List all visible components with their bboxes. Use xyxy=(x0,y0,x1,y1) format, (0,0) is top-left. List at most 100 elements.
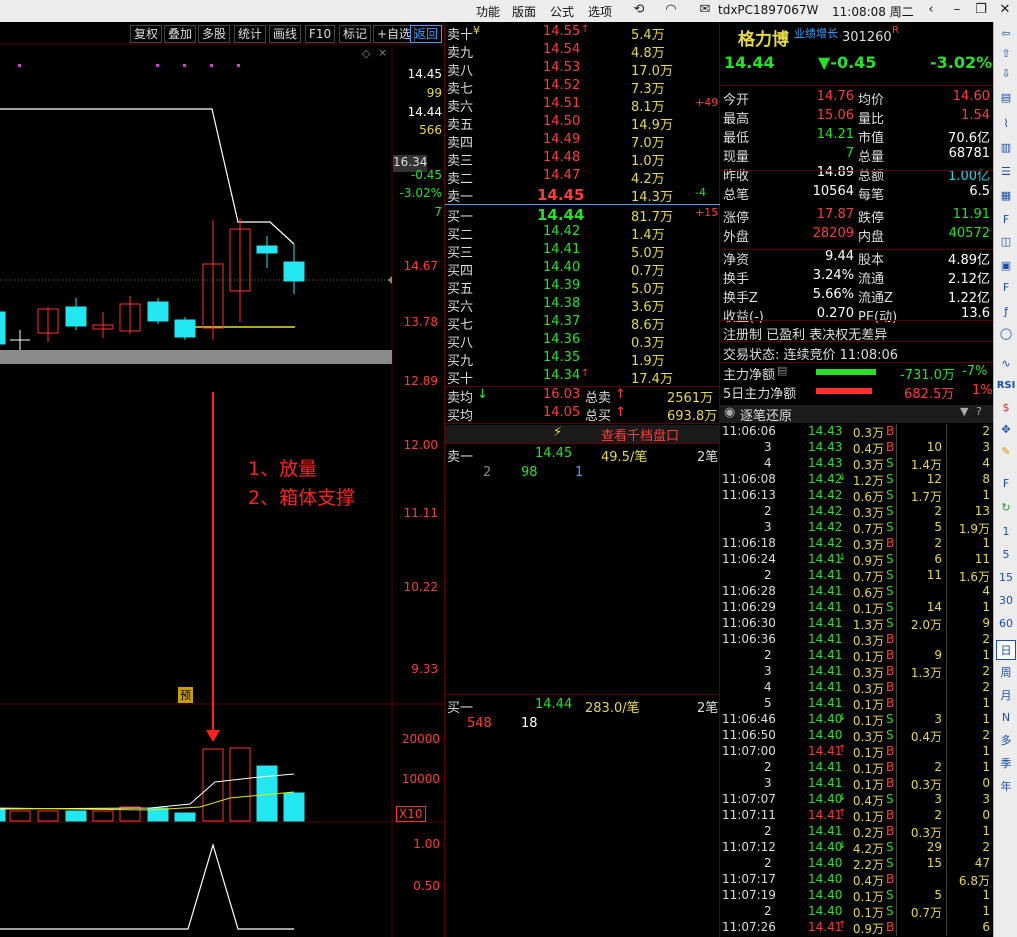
stats-button[interactable]: 统计 xyxy=(234,25,267,43)
kline-chart-panel[interactable]: 复权 叠加 多股 统计 画线 F10 标记 +自选 返回 ◇ × 14.45 9… xyxy=(0,22,444,937)
menu-formula[interactable]: 公式 xyxy=(550,3,574,20)
minimize-icon[interactable]: – xyxy=(946,2,968,20)
period-60min[interactable]: 60 xyxy=(996,614,1016,634)
period-15min[interactable]: 15 xyxy=(996,568,1016,588)
bid-price: 14.37 xyxy=(543,314,581,329)
ask-row[interactable]: 卖五 14.50 14.9万 xyxy=(445,114,721,133)
bid-row[interactable]: 买九 14.35 1.9万 xyxy=(445,350,721,369)
period-year[interactable]: 年 xyxy=(996,777,1016,797)
grid-icon[interactable]: ▦ xyxy=(996,186,1016,206)
bid-row[interactable]: 买七 14.37 8.6万 xyxy=(445,314,721,333)
main-flow-row[interactable]: 主力净额 ▤ -731.0万 -7% xyxy=(720,364,993,383)
add-watchlist-button[interactable]: +自选 xyxy=(373,25,416,43)
volume-scale-badge[interactable]: X10 xyxy=(396,806,426,822)
overlay-button[interactable]: 叠加 xyxy=(164,25,197,43)
close-icon[interactable]: ✕ xyxy=(994,2,1016,20)
rsi-button[interactable]: RSI xyxy=(996,376,1016,396)
diamond-icon[interactable]: ◇ xyxy=(362,47,370,60)
price-tick: 12.89 xyxy=(403,374,438,388)
refresh-icon[interactable]: ⟲ xyxy=(628,2,650,20)
period-1min[interactable]: 1 xyxy=(996,522,1016,542)
ask-row[interactable]: 卖六 14.51 8.1万 +49 xyxy=(445,96,721,115)
refresh-side-icon[interactable]: ↻ xyxy=(996,498,1016,518)
ask-volume: 1.0万 xyxy=(631,154,665,169)
f10-button[interactable]: F10 xyxy=(305,25,336,43)
menu-layout[interactable]: 版面 xyxy=(512,3,536,20)
menu-options[interactable]: 选项 xyxy=(588,3,612,20)
mail-icon[interactable]: ✉ xyxy=(694,2,716,20)
period-month[interactable]: 月 xyxy=(996,686,1016,706)
dollar-icon[interactable]: $ xyxy=(996,398,1016,418)
arrow-left-icon[interactable]: ⇦ xyxy=(996,24,1016,44)
return-button[interactable]: 返回 xyxy=(410,25,443,43)
draw-line-button[interactable]: 画线 xyxy=(269,25,302,43)
trade-status: 交易状态: 连续竞价 11:08:06 xyxy=(723,348,899,363)
ask-row[interactable]: 卖二 14.47 4.2万 xyxy=(445,168,721,187)
bid-label: 买五 xyxy=(447,282,474,297)
bid-row[interactable]: 买十 14.34 ↑ 17.4万 xyxy=(445,368,721,387)
back-icon[interactable]: ‹ xyxy=(920,2,942,20)
stat-row: 总笔 10564 每笔 6.5 xyxy=(723,184,990,203)
period-week[interactable]: 周 xyxy=(996,663,1016,683)
flow5-row[interactable]: 5日主力净额 682.5万 1% xyxy=(720,383,993,402)
info-icon[interactable]: ▣ xyxy=(996,256,1016,276)
bid-row[interactable]: 买一 14.44 81.7万 +15 xyxy=(445,206,721,225)
ask-row[interactable]: 卖三 14.48 1.0万 xyxy=(445,150,721,169)
bid-row[interactable]: 买六 14.38 3.6万 xyxy=(445,296,721,315)
bid-row[interactable]: 买八 14.36 0.3万 xyxy=(445,332,721,351)
adjust-button[interactable]: 复权 xyxy=(130,25,163,43)
ask-row[interactable]: 卖七 14.52 7.3万 xyxy=(445,78,721,97)
pencil-icon[interactable]: ✎ xyxy=(996,442,1016,462)
ask-row[interactable]: 卖一 14.45 14.3万 -4 xyxy=(445,186,721,205)
tick-row: 3 14.43 0.4万 B 10 3 xyxy=(764,440,990,456)
bid-row[interactable]: 买二 14.42 1.4万 xyxy=(445,224,721,243)
f5-icon[interactable]: F xyxy=(996,474,1016,494)
bid-row[interactable]: 买五 14.39 5.0万 xyxy=(445,278,721,297)
mark-button[interactable]: 标记 xyxy=(339,25,372,43)
multi-stock-button[interactable]: 多股 xyxy=(198,25,231,43)
arrow-up-icon[interactable]: ⇧ xyxy=(996,44,1016,64)
signal-icon[interactable]: ◠ xyxy=(660,2,682,20)
tick-header[interactable]: ◉ 逐笔还原 ▼ ? xyxy=(720,405,993,424)
f10-icon[interactable]: F xyxy=(996,210,1016,230)
period-season[interactable]: 季 xyxy=(996,754,1016,774)
menu-function[interactable]: 功能 xyxy=(476,3,500,20)
quote-panel: 格力博 业绩增长 301260 R 14.44 ▼-0.45 -3.02% 今开… xyxy=(720,22,993,937)
ask-row[interactable]: 卖四 14.49 7.0万 xyxy=(445,132,721,151)
ask-label: 卖五 xyxy=(447,118,474,133)
view-depth-row[interactable]: ⚡ 查看千档盘口 xyxy=(445,425,721,444)
pre-badge[interactable]: 预 xyxy=(178,687,193,703)
ask-price: 14.55 xyxy=(543,24,581,39)
period-multi[interactable]: 多 xyxy=(996,731,1016,751)
period-30min[interactable]: 30 xyxy=(996,591,1016,611)
period-day[interactable]: 日 xyxy=(996,640,1016,660)
annotation-box-support: 2、箱体支撑 xyxy=(248,487,356,509)
tick-row: 3 14.41 0.1万 B 0.3万 0 xyxy=(764,776,990,792)
minute-chart-icon[interactable]: ⌇ xyxy=(996,114,1016,134)
list-icon[interactable]: ☰ xyxy=(996,162,1016,182)
stock-tag[interactable]: 业绩增长 xyxy=(794,25,838,41)
arrow-down-icon[interactable]: ⇩ xyxy=(996,64,1016,84)
kline-icon[interactable]: ▥ xyxy=(996,138,1016,158)
close-chart-icon[interactable]: × xyxy=(378,46,387,59)
move-icon[interactable]: ✥ xyxy=(996,420,1016,440)
quote-icon[interactable]: ▤ xyxy=(996,88,1016,108)
ask-row[interactable]: 卖十 ¥14.55 ↑ 5.4万 xyxy=(445,24,721,43)
ask-label: 卖十 xyxy=(447,28,474,43)
bid-row[interactable]: 买三 14.41 5.0万 xyxy=(445,242,721,261)
ask-price: 14.51 xyxy=(543,96,581,111)
f2-icon[interactable]: F xyxy=(996,278,1016,298)
ask-row[interactable]: 卖八 14.53 17.0万 xyxy=(445,60,721,79)
news-icon[interactable]: ◫ xyxy=(996,232,1016,252)
period-5min[interactable]: 5 xyxy=(996,545,1016,565)
view-depth-link[interactable]: 查看千档盘口 xyxy=(601,425,679,444)
period-n[interactable]: N xyxy=(996,708,1016,728)
indicator-icon[interactable]: ∿ xyxy=(996,354,1016,374)
bid-price: 14.41 xyxy=(543,242,581,257)
bid-volume: 0.3万 xyxy=(631,336,665,351)
restore-icon[interactable]: ❐ xyxy=(970,2,992,20)
circle-icon[interactable]: ◯ xyxy=(996,324,1016,344)
bid-row[interactable]: 买四 14.40 0.7万 xyxy=(445,260,721,279)
ask-row[interactable]: 卖九 14.54 4.8万 xyxy=(445,42,721,61)
formula-icon[interactable]: ƒ xyxy=(996,302,1016,322)
